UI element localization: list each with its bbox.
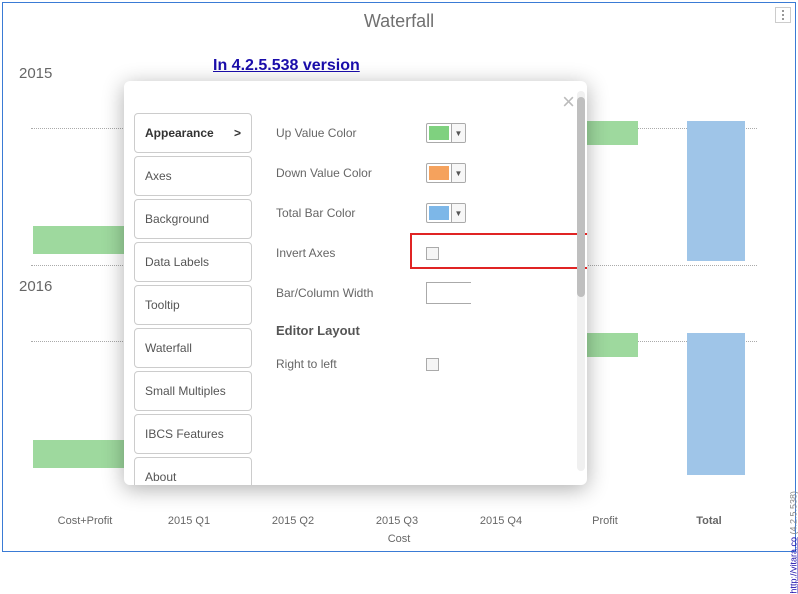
dropdown-icon: ▼: [451, 204, 465, 222]
bar-total-2015: [687, 121, 745, 261]
dropdown-icon: ▼: [451, 164, 465, 182]
row-up-color: Up Value Color ▼: [276, 113, 579, 153]
sidebar-item-appearance[interactable]: Appearance>: [134, 113, 252, 153]
bar-width-input[interactable]: [427, 283, 587, 303]
label-total-bar: Total Bar Color: [276, 206, 426, 220]
label-rtl: Right to left: [276, 357, 426, 371]
bar-costprofit-2015: [33, 226, 125, 254]
y-axis-2015: 2015: [19, 65, 52, 82]
label-down-value: Down Value Color: [276, 166, 426, 180]
down-color-picker[interactable]: ▼: [426, 163, 466, 183]
bar-width-spinner[interactable]: ▲ ▼: [426, 282, 471, 304]
section-editor-layout: Editor Layout: [276, 313, 579, 344]
sidebar-item-tooltip[interactable]: Tooltip: [134, 285, 252, 325]
dropdown-icon: ▼: [451, 124, 465, 142]
invert-axes-checkbox[interactable]: [426, 247, 439, 260]
chart-title: Waterfall: [3, 11, 795, 32]
row-rtl: Right to left: [276, 344, 579, 384]
x-tick: 2015 Q1: [137, 515, 241, 527]
vitara-link[interactable]: http://vitara.co: [789, 537, 798, 594]
scroll-thumb[interactable]: [577, 97, 585, 297]
sidebar-item-ibcs[interactable]: IBCS Features: [134, 414, 252, 454]
bar-total-2016: [687, 333, 745, 475]
up-color-picker[interactable]: ▼: [426, 123, 466, 143]
sidebar-item-small-multiples[interactable]: Small Multiples: [134, 371, 252, 411]
panel-scrollbar[interactable]: [577, 91, 585, 471]
chevron-right-icon: >: [234, 126, 241, 140]
label-up-value: Up Value Color: [276, 126, 426, 140]
x-tick: 2015 Q4: [449, 515, 553, 527]
x-tick: 2015 Q2: [241, 515, 345, 527]
settings-sidebar: Appearance> Axes Background Data Labels …: [124, 81, 262, 485]
total-color-swatch: [429, 206, 449, 220]
sidebar-item-waterfall[interactable]: Waterfall: [134, 328, 252, 368]
down-color-swatch: [429, 166, 449, 180]
row-bar-width: Bar/Column Width ▲ ▼: [276, 273, 579, 313]
x-tick-total: Total: [657, 515, 761, 527]
sidebar-item-about[interactable]: About: [134, 457, 252, 485]
bar-profit-2016: [583, 333, 638, 357]
up-color-swatch: [429, 126, 449, 140]
x-tick: Cost+Profit: [33, 515, 137, 527]
row-total-color: Total Bar Color ▼: [276, 193, 579, 233]
sidebar-item-background[interactable]: Background: [134, 199, 252, 239]
x-axis-label: Cost: [3, 533, 795, 545]
total-color-picker[interactable]: ▼: [426, 203, 466, 223]
label-bar-width: Bar/Column Width: [276, 286, 426, 300]
row-invert-axes: Invert Axes: [276, 233, 579, 273]
x-axis: Cost+Profit 2015 Q1 2015 Q2 2015 Q3 2015…: [33, 515, 761, 527]
bar-profit-2015: [583, 121, 638, 145]
version-link[interactable]: In 4.2.5.538 version: [213, 57, 360, 75]
settings-panel: Up Value Color ▼ Down Value Color ▼ Tota…: [262, 81, 587, 485]
x-tick: Profit: [553, 515, 657, 527]
settings-modal: × Appearance> Axes Background Data Label…: [124, 81, 587, 485]
x-tick: 2015 Q3: [345, 515, 449, 527]
vitara-credit: http://vitara.co (4.2.5.538): [789, 491, 798, 594]
chart-frame: Waterfall In 4.2.5.538 version 2015 2016…: [2, 2, 796, 552]
y-axis-2016: 2016: [19, 278, 52, 295]
rtl-checkbox[interactable]: [426, 358, 439, 371]
bar-costprofit-2016: [33, 440, 125, 468]
sidebar-item-axes[interactable]: Axes: [134, 156, 252, 196]
more-options-icon[interactable]: [775, 7, 791, 23]
row-down-color: Down Value Color ▼: [276, 153, 579, 193]
label-invert-axes: Invert Axes: [276, 246, 426, 260]
sidebar-item-data-labels[interactable]: Data Labels: [134, 242, 252, 282]
